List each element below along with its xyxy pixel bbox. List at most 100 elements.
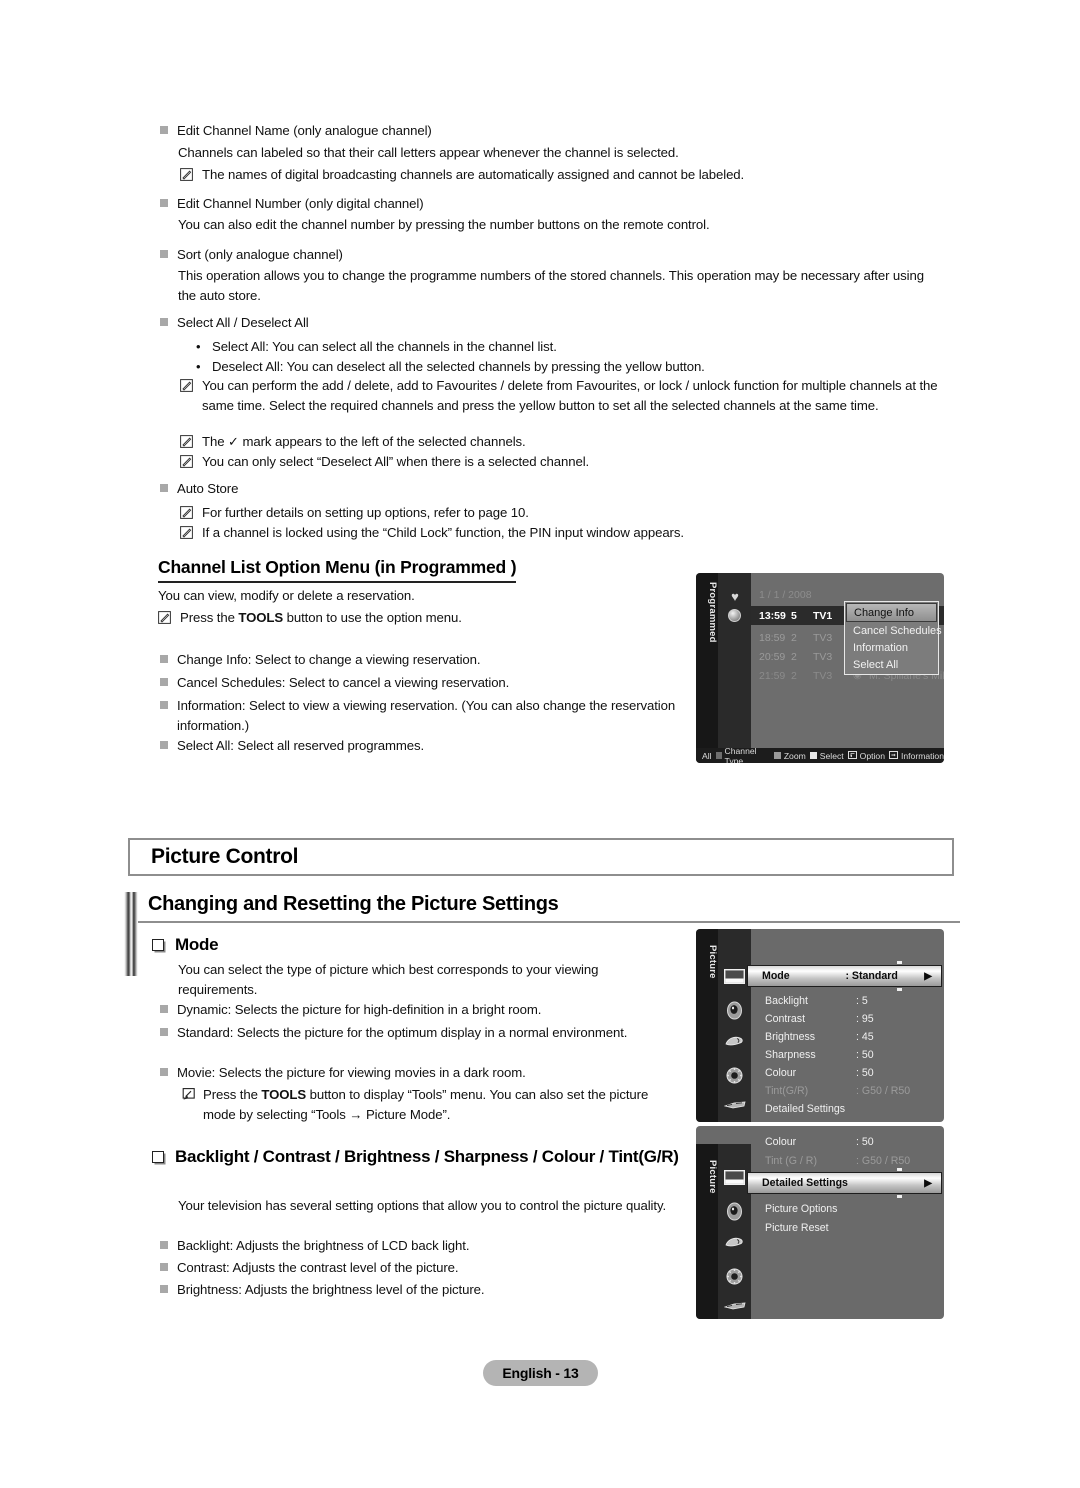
tools-keyword: TOOLS <box>238 610 284 625</box>
menu-row-detailed-settings[interactable]: Detailed Settings <box>751 1100 944 1118</box>
subsection-rule <box>138 921 960 923</box>
menu-row-backlight[interactable]: Backlight : 5 <box>751 992 944 1010</box>
osd-side-label: Picture <box>707 945 718 979</box>
tools-keyword: TOOLS <box>261 1087 307 1102</box>
menu-row-sharpness[interactable]: Sharpness : 50 <box>751 1046 944 1064</box>
status-channel-type[interactable]: Channel Type <box>715 746 770 763</box>
menu-row-mode[interactable]: Mode : Standard ▶ <box>747 965 942 987</box>
chevron-right-icon: ▶ <box>924 970 932 982</box>
square-bullet-icon <box>160 701 168 709</box>
row-label: Colour <box>765 1066 797 1079</box>
row-label: Tint (G / R) <box>765 1154 817 1167</box>
heading-text: Mode <box>175 935 219 954</box>
return-icon <box>847 750 857 761</box>
sound-icon[interactable] <box>718 1001 751 1020</box>
menu-row-colour[interactable]: Colour : 50 <box>751 1133 944 1151</box>
row-value: : G50 / R50 <box>856 1084 911 1097</box>
highlight-tick-bottom-icon <box>897 988 902 991</box>
square-bullet-icon <box>160 678 168 686</box>
note-icon <box>180 435 193 448</box>
list-item: Select All / Deselect All <box>160 313 960 333</box>
list-item: Change Info: Select to change a viewing … <box>160 650 680 670</box>
item-title: Edit Channel Name (only analogue channel… <box>177 123 432 138</box>
row-label: Tint(G/R) <box>765 1084 809 1097</box>
square-bullet-icon <box>160 199 168 207</box>
row-time: 18:59 <box>759 631 786 644</box>
item-title: Auto Store <box>177 481 239 496</box>
note-line: Press the TOOLS button to use the option… <box>158 608 678 628</box>
status-option[interactable]: Option <box>847 750 885 761</box>
decorative-vertical-bar <box>124 892 138 976</box>
row-label: Detailed Settings <box>762 1177 848 1189</box>
row-label: Brightness <box>765 1030 816 1043</box>
page-footer-badge: English - 13 <box>483 1360 598 1386</box>
square-bullet-icon <box>160 655 168 663</box>
menu-row-picture-reset[interactable]: Picture Reset <box>751 1219 944 1237</box>
setup-icon[interactable] <box>718 1267 751 1286</box>
item-body: Channels can labeled so that their call … <box>178 145 679 160</box>
row-value: : 50 <box>856 1048 874 1061</box>
row-label: Picture Options <box>765 1202 838 1215</box>
row-label: Colour <box>765 1135 797 1148</box>
option-menu-intro: You can view, modify or delete a reserva… <box>158 588 415 603</box>
hollow-square-bullet-icon <box>152 1151 164 1163</box>
note-line: You can perform the add / delete, add to… <box>180 376 950 416</box>
square-bullet-icon <box>160 1028 168 1036</box>
row-label: Sharpness <box>765 1048 816 1061</box>
menu-item-cancel-schedules[interactable]: Cancel Schedules <box>846 622 942 639</box>
status-all[interactable]: All <box>702 751 712 761</box>
tools-note-line: Press the TOOLS button to display “Tools… <box>180 1085 650 1125</box>
osd-picture-body-1: Mode : Standard ▶ Backlight : 5 Contrast… <box>747 929 944 1122</box>
tools-note-prefix: Press the <box>203 1087 262 1102</box>
dot-bullet-icon: • <box>196 359 201 374</box>
note-line: For further details on setting up option… <box>180 503 950 523</box>
note-icon <box>180 168 193 181</box>
note-line: You can only select “Deselect All” when … <box>180 452 950 472</box>
item-body: You can also edit the channel number by … <box>178 217 710 232</box>
setup-icon[interactable] <box>718 1066 751 1085</box>
sound-icon[interactable] <box>718 1202 751 1221</box>
osd-side-label: Programmed <box>707 582 718 643</box>
note-icon <box>180 526 193 539</box>
option-popup-menu: Change Info Cancel Schedules Information… <box>844 601 942 675</box>
item-title: Edit Channel Number (only digital channe… <box>177 196 424 211</box>
heading-mode: Mode <box>152 934 672 957</box>
bullet-line: • Select All: You can select all the cha… <box>196 337 966 357</box>
menu-item-change-info[interactable]: Change Info <box>846 603 937 622</box>
menu-row-colour[interactable]: Colour : 50 <box>751 1064 944 1082</box>
item-title: Select All / Deselect All <box>177 315 309 330</box>
row-number: 2 <box>791 650 797 663</box>
input-icon[interactable] <box>718 1098 751 1111</box>
menu-row-brightness[interactable]: Brightness : 45 <box>751 1028 944 1046</box>
menu-row-picture-options[interactable]: Picture Options <box>751 1200 944 1218</box>
bullet-line: • Deselect All: You can deselect all the… <box>196 357 966 377</box>
row-value: : 50 <box>856 1066 874 1079</box>
square-bullet-icon <box>160 1263 168 1271</box>
channel-icon[interactable] <box>718 1235 751 1250</box>
osd-status-bar: All Channel Type Zoom Select Option Info… <box>696 746 944 763</box>
square-bullet-icon <box>160 1068 168 1076</box>
list-item: Information: Select to view a viewing re… <box>160 696 690 736</box>
heading-text: Backlight / Contrast / Brightness / Shar… <box>175 1147 679 1166</box>
row-number: 2 <box>791 669 797 682</box>
menu-item-select-all[interactable]: Select All <box>846 656 937 673</box>
menu-row-tint: Tint (G / R) : G50 / R50 <box>751 1152 944 1170</box>
menu-row-contrast[interactable]: Contrast : 95 <box>751 1010 944 1028</box>
menu-row-detailed-settings[interactable]: Detailed Settings ▶ <box>747 1172 942 1194</box>
subsection-header: Changing and Resetting the Picture Setti… <box>148 893 559 916</box>
status-information[interactable]: Information <box>889 750 944 761</box>
section-title: Picture Control <box>151 845 299 868</box>
dot-bullet-icon: • <box>196 339 201 354</box>
color-swatch-icon <box>715 752 722 759</box>
status-zoom[interactable]: Zoom <box>773 751 806 761</box>
status-select[interactable]: Select <box>809 751 844 761</box>
input-icon[interactable] <box>718 1299 751 1312</box>
row-value: : 5 <box>856 994 868 1007</box>
menu-item-information[interactable]: Information <box>846 639 937 656</box>
mode-intro: You can select the type of picture which… <box>178 962 599 998</box>
osd-rail-icons <box>718 929 751 1122</box>
osd-picture-body-2: Colour : 50 Tint (G / R) : G50 / R50 Det… <box>747 1126 944 1319</box>
highlight-tick-top-icon <box>897 961 902 964</box>
channel-icon[interactable] <box>718 1034 751 1049</box>
note-icon <box>158 611 171 624</box>
